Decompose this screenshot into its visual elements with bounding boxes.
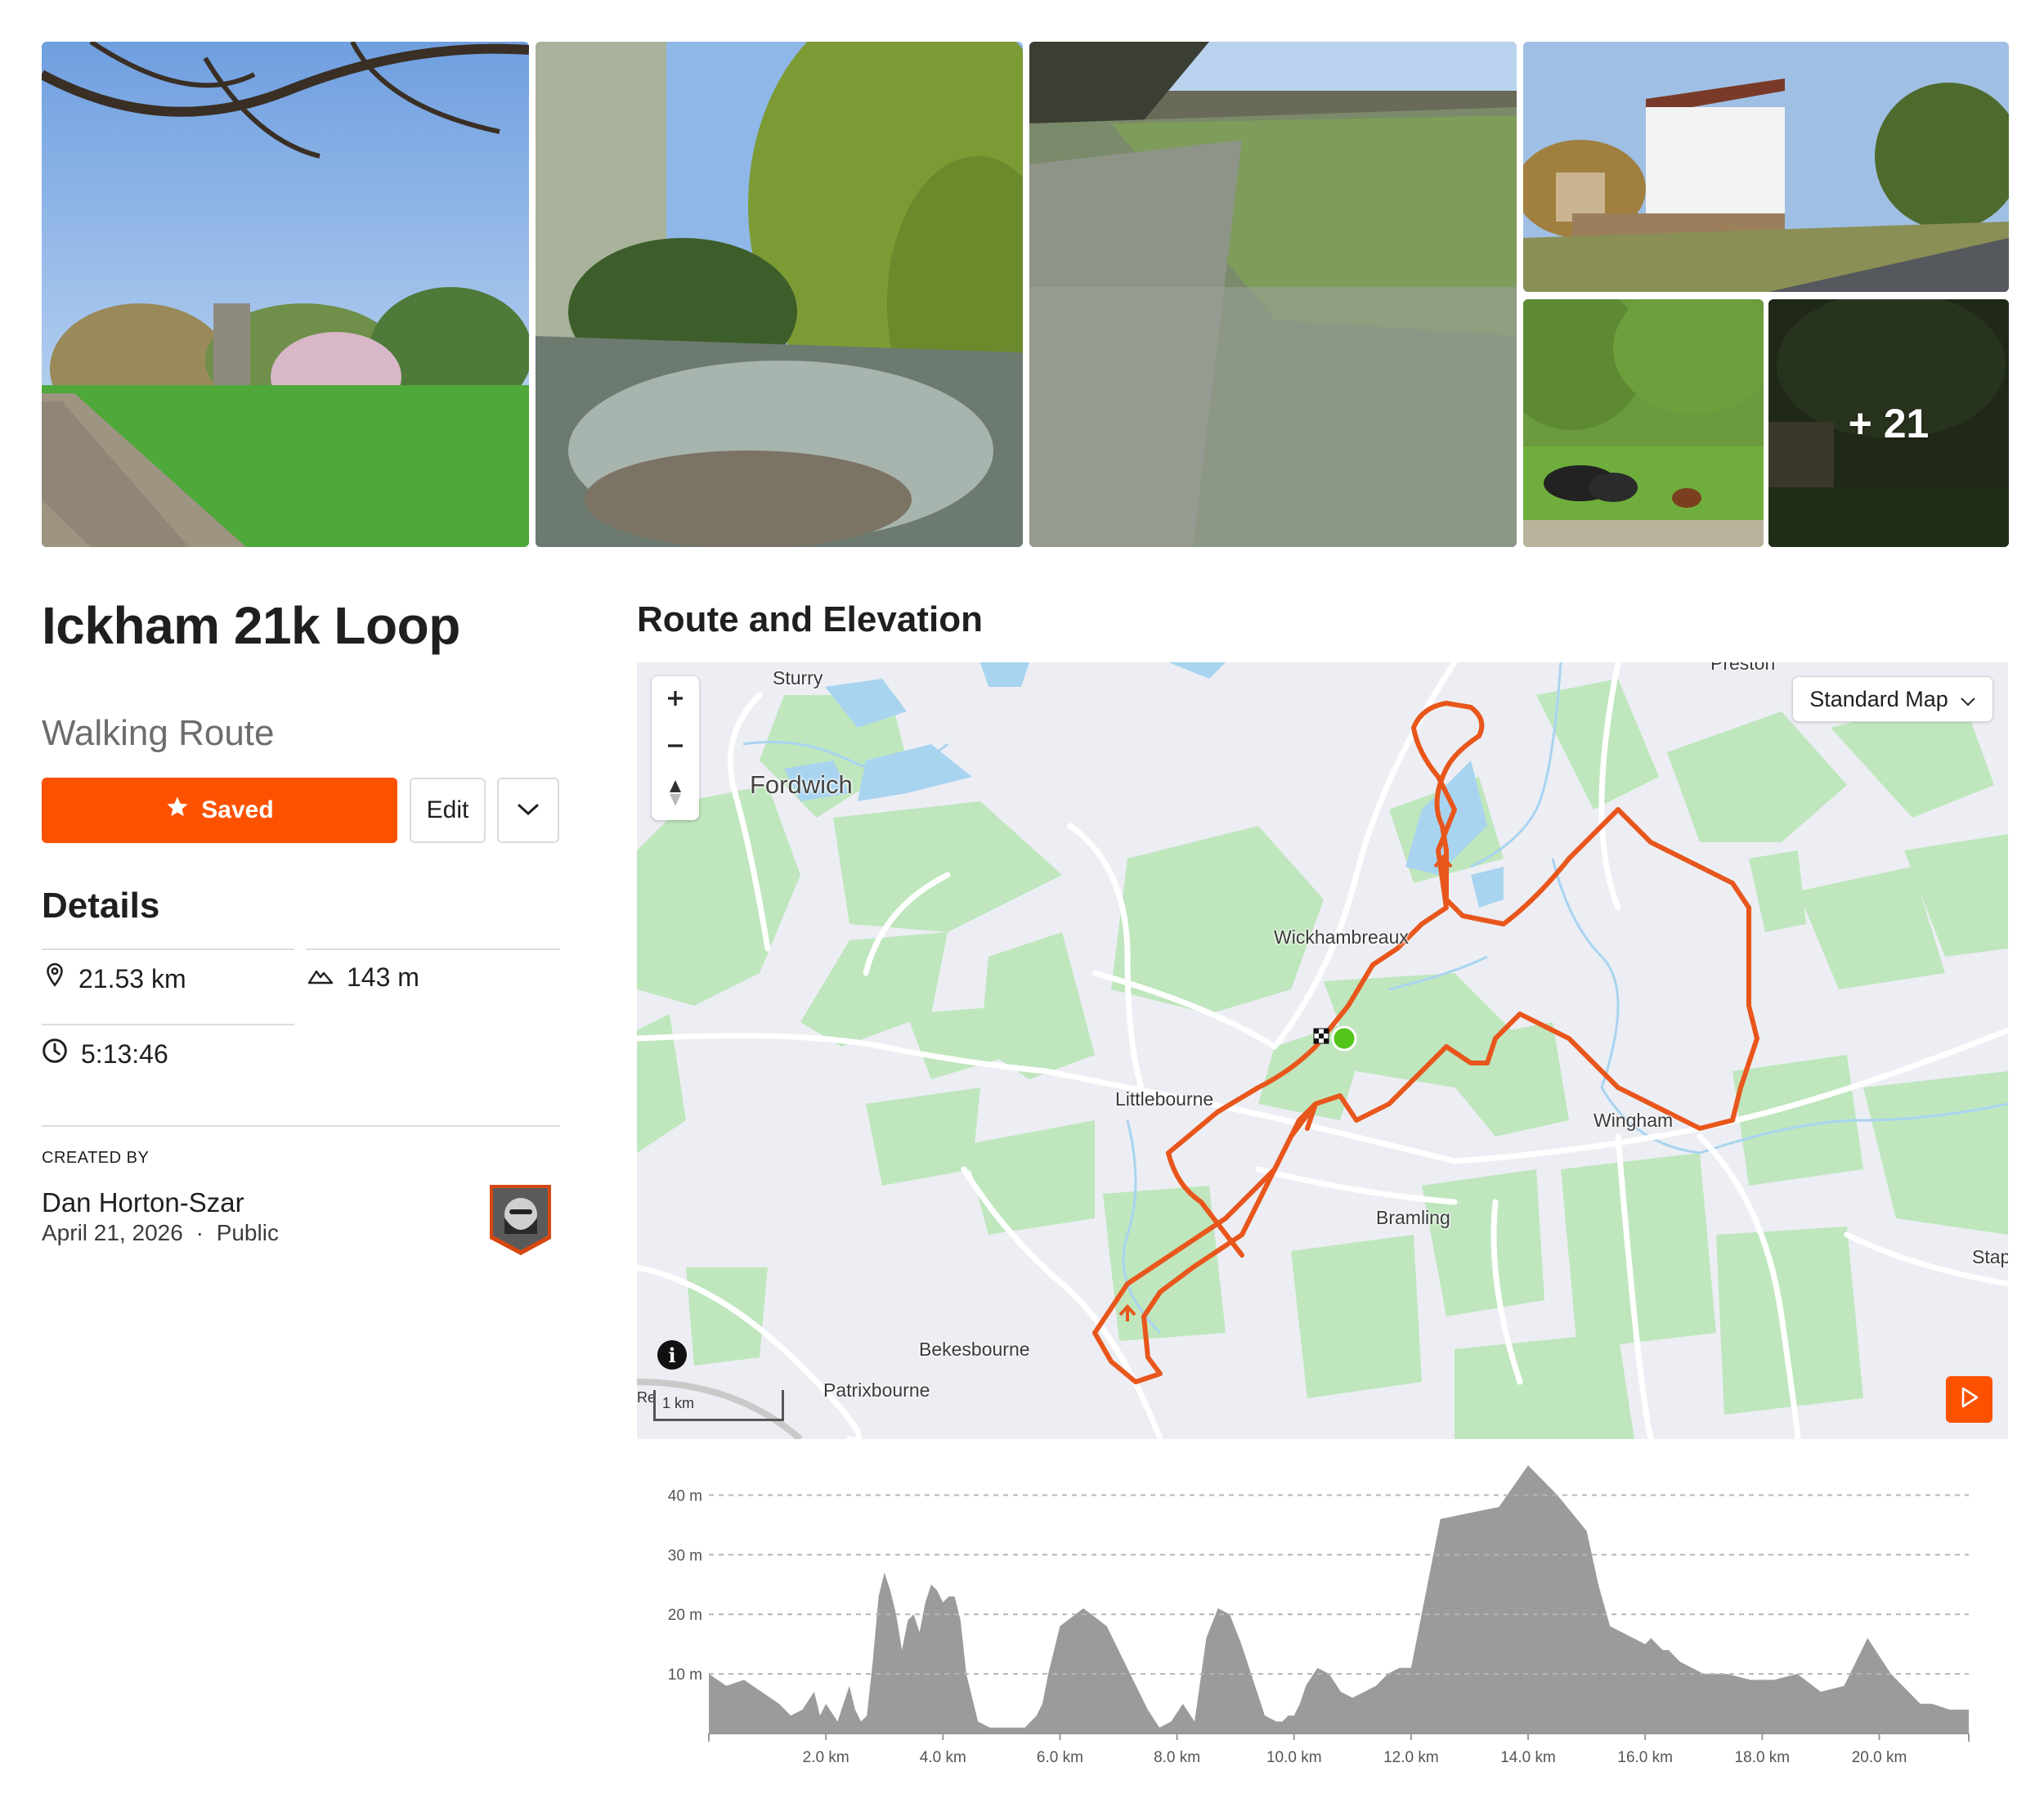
distance-value: 21.53 km <box>78 963 186 993</box>
gallery-photo-5[interactable] <box>1523 299 1764 547</box>
gallery-photo-2[interactable] <box>536 42 1023 547</box>
location-pin-icon <box>44 962 65 995</box>
divider <box>42 1125 560 1127</box>
y-tick-label: 40 m <box>668 1487 702 1505</box>
gallery-photo-6[interactable]: + 21 <box>1768 299 2009 547</box>
y-tick-label: 10 m <box>668 1666 702 1684</box>
distance-stat: 21.53 km <box>44 962 186 995</box>
creator-name[interactable]: Dan Horton-Szar <box>42 1187 244 1218</box>
x-tick-label: 2.0 km <box>803 1749 849 1766</box>
map-label-wickhambreaux: Wickhambreaux <box>1274 926 1409 948</box>
map-label-patrixbourne: Patrixbourne <box>823 1379 930 1401</box>
saved-button-label: Saved <box>201 796 274 823</box>
gallery-photo-1[interactable] <box>42 42 529 547</box>
x-tick-label: 16.0 km <box>1617 1749 1673 1766</box>
clock-icon <box>42 1038 68 1070</box>
saved-button[interactable]: Saved <box>42 778 397 843</box>
x-tick-label: 8.0 km <box>1154 1749 1200 1766</box>
map-label-bekesbourne: Bekesbourne <box>919 1339 1030 1360</box>
map-label-sturry: Sturry <box>773 667 823 688</box>
more-photos-count[interactable]: + 21 <box>1768 299 2009 547</box>
plus-icon <box>666 688 685 712</box>
gallery-photo-3[interactable] <box>1029 42 1517 547</box>
compass-icon <box>666 778 684 812</box>
map-style-label: Standard Map <box>1809 686 1948 711</box>
created-by-label: CREATED BY <box>42 1149 150 1167</box>
time-stat: 5:13:46 <box>42 1038 168 1070</box>
edit-button[interactable]: Edit <box>410 778 486 843</box>
route-map[interactable]: Sturry Preston Fordwich Wickhambreaux Li… <box>637 662 2008 1439</box>
route-type: Walking Route <box>42 713 275 753</box>
more-actions-button[interactable] <box>497 778 559 843</box>
y-tick-label: 30 m <box>668 1547 702 1564</box>
minus-icon <box>666 736 685 760</box>
y-tick-label: 20 m <box>668 1607 702 1624</box>
time-value: 5:13:46 <box>81 1038 168 1069</box>
map-style-select[interactable]: Standard Map <box>1792 676 1993 722</box>
route-title: Ickham 21k Loop <box>42 596 460 655</box>
x-tick-label: 12.0 km <box>1383 1749 1439 1766</box>
map-info-button[interactable]: i <box>657 1340 687 1370</box>
map-scale-bar: 1 km <box>653 1390 784 1421</box>
zoom-out-button[interactable] <box>652 724 699 771</box>
elevation-area <box>709 1465 1969 1734</box>
avatar[interactable] <box>486 1182 554 1257</box>
chevron-down-icon <box>517 802 540 819</box>
star-icon <box>165 795 190 826</box>
elevation-chart[interactable]: 10 m 20 m 30 m 40 m 2.0 km 4.0 km 6.0 km 8.0 km… <box>637 1447 2008 1774</box>
map-label-wingham: Wingham <box>1594 1110 1674 1131</box>
x-tick-label: 18.0 km <box>1735 1749 1791 1766</box>
zoom-controls <box>652 676 699 820</box>
zoom-in-button[interactable] <box>652 676 699 724</box>
x-tick-label: 10.0 km <box>1266 1749 1322 1766</box>
x-tick-label: 6.0 km <box>1037 1749 1083 1766</box>
mountain-icon <box>307 962 334 993</box>
map-label-stap: Stap <box>1972 1246 2008 1267</box>
gallery-photo-4[interactable] <box>1523 42 2009 292</box>
photo-gallery: + 21 <box>42 42 2009 547</box>
map-label-preston: Preston <box>1710 662 1776 674</box>
compass-button[interactable] <box>652 771 699 819</box>
elevation-chart-svg: 10 m 20 m 30 m 40 m 2.0 km 4.0 km 6.0 km 8.0 km… <box>668 1465 1970 1766</box>
play-flyover-button[interactable] <box>1946 1376 1992 1423</box>
route-and-elevation-heading: Route and Elevation <box>637 599 983 639</box>
details-heading: Details <box>42 886 160 926</box>
map-label-bramling: Bramling <box>1376 1207 1450 1228</box>
created-date: April 21, 2026 <box>42 1220 183 1245</box>
divider <box>306 949 560 950</box>
map-label-littlebourne: Littlebourne <box>1115 1088 1214 1110</box>
x-tick-label: 20.0 km <box>1852 1749 1907 1766</box>
creator-meta: April 21, 2026 · Public <box>42 1220 279 1246</box>
map-label-fordwich: Fordwich <box>750 770 853 799</box>
elevation-value: 143 m <box>347 962 419 992</box>
chevron-down-icon <box>1960 687 1976 712</box>
play-icon <box>1959 1386 1980 1413</box>
divider <box>42 1024 294 1025</box>
x-tick-label: 4.0 km <box>920 1749 966 1766</box>
divider <box>42 949 294 950</box>
x-tick-label: 14.0 km <box>1500 1749 1556 1766</box>
meta-separator: · <box>195 1220 204 1245</box>
elevation-stat: 143 m <box>307 962 419 993</box>
visibility-label: Public <box>216 1220 279 1245</box>
